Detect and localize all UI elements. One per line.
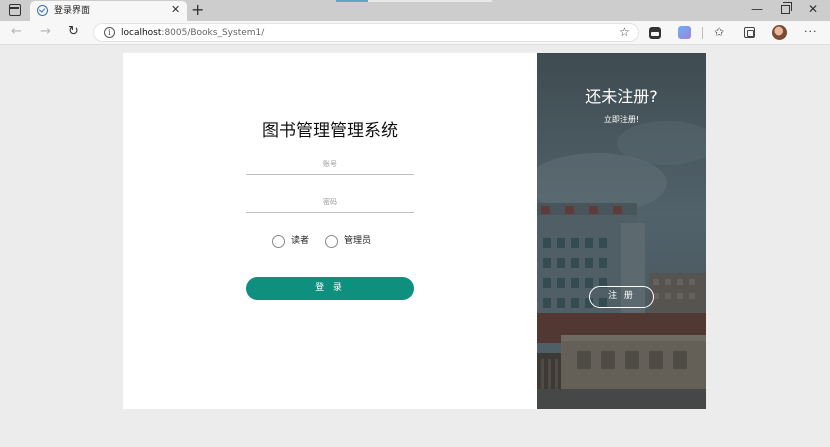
browser-tab-bar: 登录界面 ✕ + — ✕: [0, 0, 830, 21]
admin-label: 管理员: [344, 236, 372, 246]
star-add-icon[interactable]: ☆: [619, 25, 630, 39]
register-panel: 还未注册? 立即注册! 注 册: [537, 53, 706, 409]
favorites-icon[interactable]: ✩: [714, 24, 724, 40]
role-option-admin[interactable]: 管理员: [325, 234, 371, 248]
window-restore-button[interactable]: [781, 2, 792, 14]
more-icon[interactable]: ···: [804, 25, 818, 39]
browser-tab-active[interactable]: 登录界面 ✕: [30, 1, 187, 21]
info-icon[interactable]: i: [104, 27, 115, 38]
url-path: :8005/Books_System1/: [161, 28, 265, 38]
role-option-reader[interactable]: 读者: [272, 234, 309, 248]
forward-arrow-icon[interactable]: →: [40, 24, 51, 40]
window-close-button[interactable]: ✕: [808, 2, 818, 16]
url-host: localhost: [121, 28, 162, 38]
admin-radio[interactable]: [325, 234, 338, 248]
password-field: [246, 189, 414, 213]
browser-toolbar: ← → ↻ i localhost:8005/Books_System1/ ☆ …: [0, 21, 830, 45]
register-button[interactable]: 注 册: [589, 286, 654, 308]
reload-icon[interactable]: ↻: [68, 24, 79, 40]
extension-icon[interactable]: [649, 27, 661, 39]
register-prompt-subtitle: 立即注册!: [603, 115, 640, 124]
username-input[interactable]: [246, 153, 414, 175]
login-button[interactable]: 登 录: [246, 277, 414, 300]
register-prompt-title: 还未注册?: [585, 87, 658, 106]
browser-layout-icon[interactable]: [9, 4, 21, 16]
password-input[interactable]: [246, 191, 414, 213]
profile-avatar[interactable]: [772, 25, 787, 40]
page-title: 图书管理管理系统: [262, 121, 398, 141]
tab-close-icon[interactable]: ✕: [171, 4, 180, 16]
address-url[interactable]: localhost:8005/Books_System1/: [121, 27, 264, 39]
back-arrow-icon[interactable]: ←: [11, 24, 22, 40]
tab-title: 登录界面: [54, 6, 91, 16]
extension-colorful-icon[interactable]: [678, 26, 691, 39]
reader-label: 读者: [291, 236, 310, 246]
tab-strip-accent-light: [368, 0, 492, 2]
username-field: [246, 151, 414, 175]
window-minimize-button[interactable]: —: [751, 2, 763, 16]
login-card: 图书管理管理系统 读者 管理员 登 录: [123, 53, 706, 409]
tab-strip-accent: [336, 0, 368, 2]
address-bar[interactable]: i localhost:8005/Books_System1/ ☆: [93, 23, 639, 42]
new-tab-button[interactable]: +: [191, 1, 204, 19]
toolbar-divider: [702, 27, 703, 39]
collections-icon[interactable]: [744, 27, 755, 38]
reader-radio[interactable]: [272, 234, 285, 248]
site-favicon-icon: [37, 5, 48, 16]
